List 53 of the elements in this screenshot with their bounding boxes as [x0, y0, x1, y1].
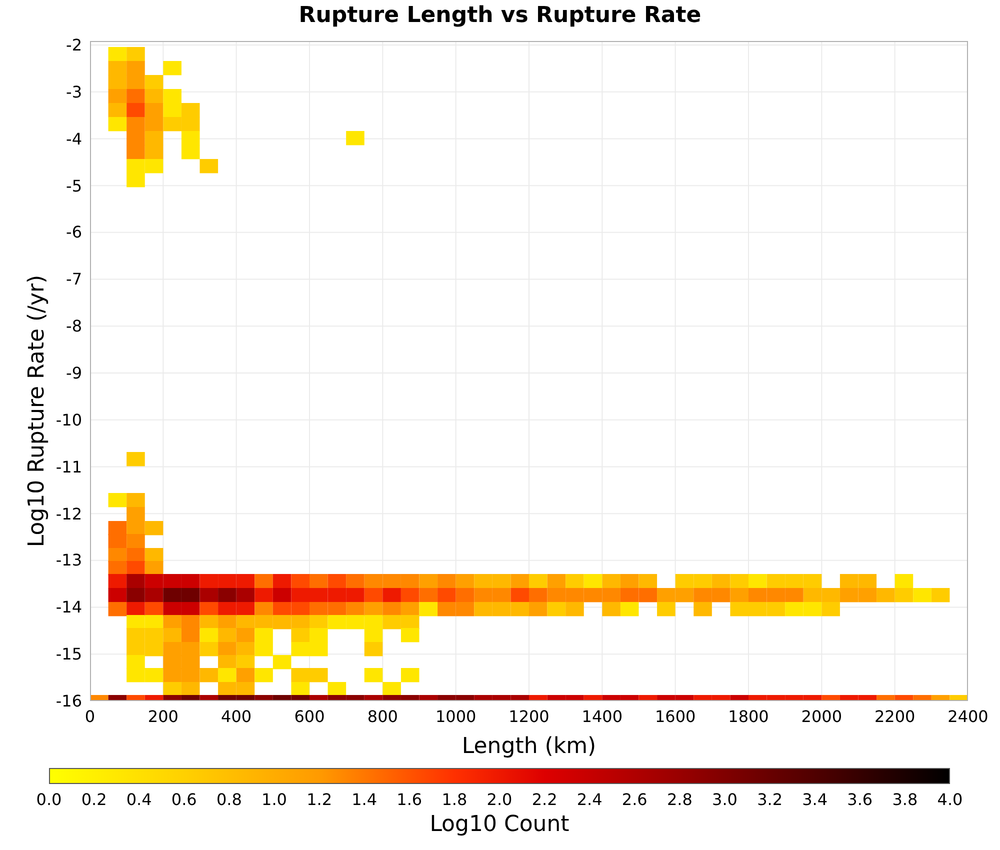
y-tick-label: -2	[66, 36, 82, 54]
y-tick-label: -16	[56, 692, 82, 710]
color-scale-tick-label: 0.8	[216, 790, 242, 809]
x-axis-label: Length (km)	[462, 733, 596, 761]
color-scale-tick-label: 1.4	[352, 790, 378, 809]
color-scale-tick-label: 2.0	[486, 790, 512, 809]
y-tick-label: -6	[66, 222, 82, 242]
x-tick-label: 600	[294, 707, 325, 726]
x-tick-label: 1800	[728, 707, 769, 726]
color-scale-tick-label: 0.6	[171, 790, 197, 809]
y-tick-label: -10	[56, 410, 82, 430]
y-tick-label: -8	[66, 316, 82, 336]
color-scale-tick-label: 3.6	[847, 790, 873, 809]
x-tick-label: 1600	[654, 707, 696, 726]
color-scale-tick-label: 1.6	[396, 790, 422, 809]
color-scale-tick-label: 0.4	[126, 790, 152, 809]
x-tick-label: 400	[221, 707, 252, 726]
x-tick-label: 1200	[508, 707, 550, 726]
color-scale-tick-label: 3.4	[802, 790, 828, 809]
color-scale-tick-label: 0.0	[36, 790, 62, 809]
x-tick-label: 800	[367, 707, 398, 726]
y-tick-label: -5	[66, 176, 82, 196]
x-tick-label: 2200	[874, 707, 916, 726]
y-tick-label: -15	[56, 644, 82, 664]
chart-title: Rupture Length vs Rupture Rate	[298, 2, 702, 30]
y-tick-label: -12	[56, 504, 82, 524]
color-scale-tick-label: 3.0	[712, 790, 738, 809]
y-tick-label: -11	[56, 457, 82, 476]
color-scale-tick-label: 2.2	[532, 790, 558, 809]
y-tick-label: -7	[66, 270, 82, 289]
color-scale-tick-label: 1.2	[306, 790, 332, 809]
y-axis-label: Log10 Rupture Rate (/yr)	[24, 274, 50, 548]
x-tick-label: 2400	[948, 707, 988, 726]
y-tick-label: -9	[66, 364, 82, 382]
color-scale-tick-label: 3.8	[892, 790, 918, 809]
x-tick-label: 2000	[801, 707, 842, 726]
y-tick-label: -14	[56, 598, 82, 617]
x-tick-label: 1000	[435, 707, 476, 726]
color-scale-label: Log10 Count	[430, 812, 570, 837]
y-tick-label: -13	[56, 550, 82, 570]
y-tick-label: -4	[66, 129, 82, 148]
color-scale-tick-label: 0.2	[81, 790, 107, 809]
color-scale-tick-label: 2.8	[666, 790, 692, 809]
x-tick-label: 200	[148, 707, 178, 726]
color-scale-tick-label: 1.0	[262, 790, 287, 809]
color-scale-tick-label: 1.8	[442, 790, 468, 809]
x-tick-label: 1400	[582, 707, 623, 726]
y-tick-label: -3	[66, 82, 82, 102]
color-scale-tick-label: 3.2	[757, 790, 783, 809]
x-tick-label: 0	[84, 707, 96, 726]
color-scale-tick-label: 2.6	[622, 790, 648, 809]
color-scale-tick-label: 4.0	[937, 790, 963, 809]
color-scale-tick-label: 2.4	[576, 790, 602, 809]
